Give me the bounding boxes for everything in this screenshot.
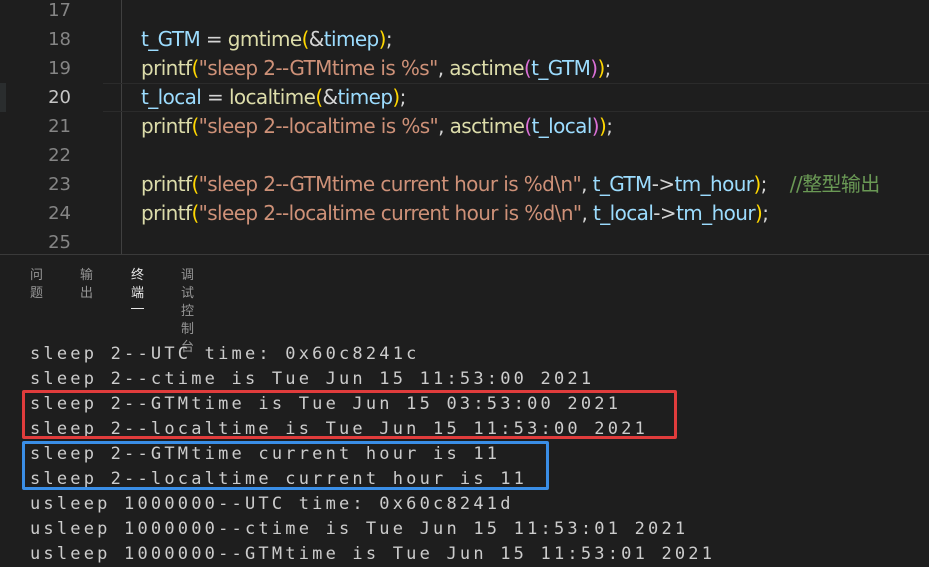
- line-number: 24: [48, 203, 71, 224]
- code-token: (: [191, 172, 199, 196]
- code-token: //整型输出: [766, 172, 881, 196]
- code-token: t_GTM: [531, 56, 591, 80]
- code-token: gmtime: [227, 27, 302, 51]
- line-number: 19: [48, 58, 71, 79]
- code-token: t_local: [141, 85, 202, 109]
- code-token: "sleep 2--localtime current hour is %d\n…: [198, 201, 582, 225]
- code-token: t_GTM: [141, 27, 201, 51]
- code-token: printf: [141, 56, 192, 80]
- code-token: printf: [141, 201, 192, 225]
- tab-problems[interactable]: 问题: [30, 267, 43, 303]
- code-token: t_GTM: [592, 172, 653, 196]
- code-token: localtime: [228, 85, 316, 109]
- code-token: (: [191, 114, 199, 138]
- code-line[interactable]: 23 printf("sleep 2--GTMtime current hour …: [0, 170, 929, 199]
- code-token: tm_hour: [676, 201, 756, 225]
- code-token: "sleep 2--localtime is %s": [198, 114, 439, 138]
- tab-output[interactable]: 输出: [80, 267, 93, 303]
- code-line[interactable]: 25: [0, 228, 929, 254]
- code-text: printf("sleep 2--localtime is %s", ascti…: [141, 112, 613, 141]
- code-text: printf("sleep 2--localtime current hour …: [141, 199, 769, 228]
- code-token: ;: [385, 27, 393, 51]
- line-number: 23: [48, 174, 71, 195]
- code-token: ,: [438, 114, 450, 138]
- code-token: printf: [141, 172, 192, 196]
- code-line[interactable]: 22: [0, 141, 929, 170]
- code-line[interactable]: 21 printf("sleep 2--localtime is %s", asc…: [0, 112, 929, 141]
- code-text: t_local = localtime(&timep);: [141, 83, 406, 112]
- line-number: 25: [48, 232, 71, 253]
- code-token: ->: [653, 201, 677, 225]
- terminal-line: sleep 2--ctime is Tue Jun 15 11:53:00 20…: [30, 369, 595, 389]
- code-token: (: [191, 56, 199, 80]
- code-token: ): [378, 27, 387, 51]
- code-token: (: [301, 27, 310, 51]
- code-token: &: [322, 85, 339, 109]
- code-token: =: [200, 27, 228, 51]
- line-number: 18: [48, 29, 71, 50]
- code-token: "sleep 2--GTMtime current hour is %d\n": [198, 172, 582, 196]
- code-token: ;: [606, 114, 613, 138]
- code-token: ): [597, 56, 605, 80]
- code-token: =: [201, 85, 229, 109]
- code-text: printf("sleep 2--GTMtime is %s", asctime…: [141, 54, 611, 83]
- code-token: ;: [399, 85, 407, 109]
- line-number: 17: [48, 0, 71, 21]
- terminal-line: usleep 1000000--GTMtime is Tue Jun 15 11…: [30, 544, 716, 564]
- code-token: ;: [604, 56, 612, 80]
- code-line[interactable]: 17: [0, 0, 929, 25]
- code-token: ): [591, 114, 600, 138]
- code-token: (: [524, 114, 532, 138]
- code-token: t_local: [531, 114, 593, 138]
- code-token: "sleep 2--GTMtime is %s": [198, 56, 439, 80]
- code-token: (: [191, 201, 199, 225]
- line-number: 20: [48, 87, 71, 108]
- line-number: 21: [48, 116, 71, 137]
- code-line[interactable]: 20 t_local = localtime(&timep);: [0, 83, 929, 112]
- code-token: ;: [762, 201, 769, 225]
- code-text: t_GTM = gmtime(&timep);: [141, 25, 393, 54]
- code-line[interactable]: 19 printf("sleep 2--GTMtime is %s", ascti…: [0, 54, 929, 83]
- code-token: printf: [141, 114, 192, 138]
- code-editor[interactable]: 17 18 t_GTM = gmtime(&timep); 19 printf("sle…: [0, 0, 929, 254]
- terminal-line: sleep 2--UTC time: 0x60c8241c: [30, 344, 420, 364]
- code-token: timep: [337, 85, 393, 109]
- code-token: ->: [651, 172, 675, 196]
- code-token: t_local: [593, 201, 654, 225]
- code-token: ,: [581, 201, 594, 225]
- highlight-box-blue: [22, 441, 549, 490]
- code-token: &: [308, 27, 325, 51]
- code-token: ): [392, 85, 400, 109]
- code-token: asctime: [449, 114, 525, 138]
- code-token: ,: [437, 56, 450, 80]
- code-token: (: [315, 85, 323, 109]
- line-number: 22: [48, 145, 71, 166]
- code-token: asctime: [449, 56, 524, 80]
- code-line[interactable]: 18 t_GTM = gmtime(&timep);: [0, 25, 929, 54]
- terminal-line: usleep 1000000--ctime is Tue Jun 15 11:5…: [30, 519, 689, 539]
- tab-terminal[interactable]: 终端: [131, 267, 145, 309]
- terminal-line: usleep 1000000--UTC time: 0x60c8241d: [30, 494, 514, 514]
- code-token: ): [753, 172, 761, 196]
- code-token: tm_hour: [674, 172, 755, 196]
- highlight-box-red: [22, 390, 677, 439]
- code-text: printf("sleep 2--GTMtime current hour is…: [141, 170, 880, 199]
- code-token: timep: [323, 27, 379, 51]
- code-token: ,: [581, 172, 593, 196]
- code-line[interactable]: 24 printf("sleep 2--localtime current hou…: [0, 199, 929, 228]
